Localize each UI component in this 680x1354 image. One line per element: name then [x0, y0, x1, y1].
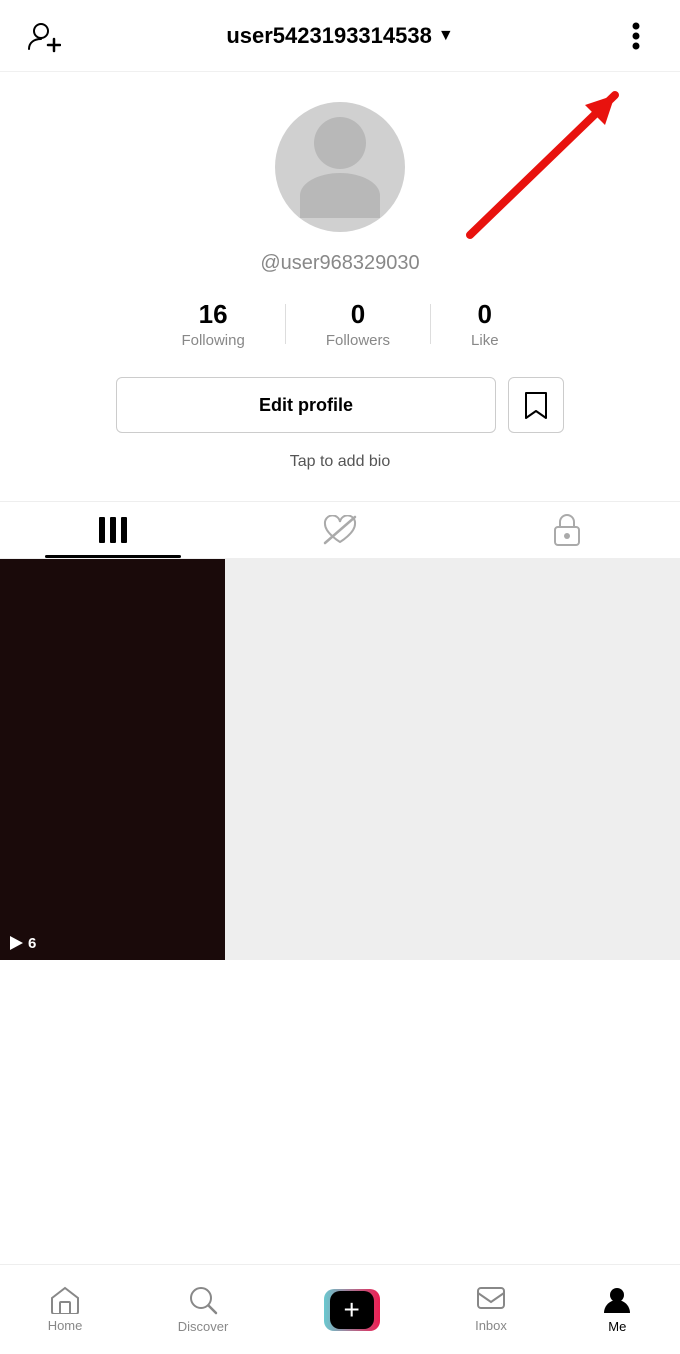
username-dropdown[interactable]: user5423193314538 ▼ [226, 23, 453, 49]
nav-home-label: Home [48, 1318, 83, 1333]
avatar-placeholder [300, 117, 380, 218]
bottom-nav: Home Discover + Inbox Me [0, 1264, 680, 1354]
followers-count: 0 [351, 299, 365, 330]
nav-create[interactable]: + [308, 1281, 396, 1339]
tab-videos[interactable] [0, 502, 227, 558]
add-user-button[interactable] [20, 12, 68, 60]
action-row: Edit profile [20, 377, 660, 433]
following-count: 16 [199, 299, 228, 330]
bookmark-button[interactable] [508, 377, 564, 433]
username-text: user5423193314538 [226, 23, 432, 49]
tab-liked[interactable] [227, 502, 454, 558]
create-button[interactable]: + [324, 1289, 380, 1331]
video-thumbnail[interactable]: 6 [0, 559, 225, 960]
profile-section: @user968329030 16 Following 0 Followers … [0, 72, 680, 501]
following-label: Following [181, 332, 244, 349]
header: user5423193314538 ▼ [0, 0, 680, 72]
content-grid: 6 [0, 559, 680, 960]
avatar-body [300, 173, 380, 218]
nav-inbox-label: Inbox [475, 1318, 507, 1333]
dropdown-arrow: ▼ [438, 27, 454, 45]
nav-home[interactable]: Home [32, 1278, 99, 1341]
nav-me[interactable]: Me [586, 1277, 648, 1342]
likes-label: Like [471, 332, 499, 349]
avatar-head [314, 117, 366, 169]
tabs-row [0, 501, 680, 559]
stats-row: 16 Following 0 Followers 0 Like [141, 299, 538, 349]
avatar[interactable] [275, 102, 405, 232]
nav-discover-label: Discover [178, 1319, 229, 1334]
nav-discover[interactable]: Discover [162, 1277, 245, 1342]
video-play-count: 6 [8, 935, 36, 952]
tab-private[interactable] [453, 502, 680, 558]
likes-count: 0 [478, 299, 492, 330]
nav-inbox[interactable]: Inbox [459, 1278, 523, 1341]
likes-stat[interactable]: 0 Like [431, 299, 539, 349]
nav-me-label: Me [608, 1319, 626, 1334]
followers-label: Followers [326, 332, 390, 349]
create-plus-icon: + [344, 1294, 360, 1326]
followers-stat[interactable]: 0 Followers [286, 299, 430, 349]
bio-placeholder[interactable]: Tap to add bio [290, 453, 391, 471]
more-options-button[interactable] [612, 12, 660, 60]
user-handle: @user968329030 [260, 252, 419, 275]
edit-profile-button[interactable]: Edit profile [116, 377, 496, 433]
following-stat[interactable]: 16 Following [141, 299, 284, 349]
